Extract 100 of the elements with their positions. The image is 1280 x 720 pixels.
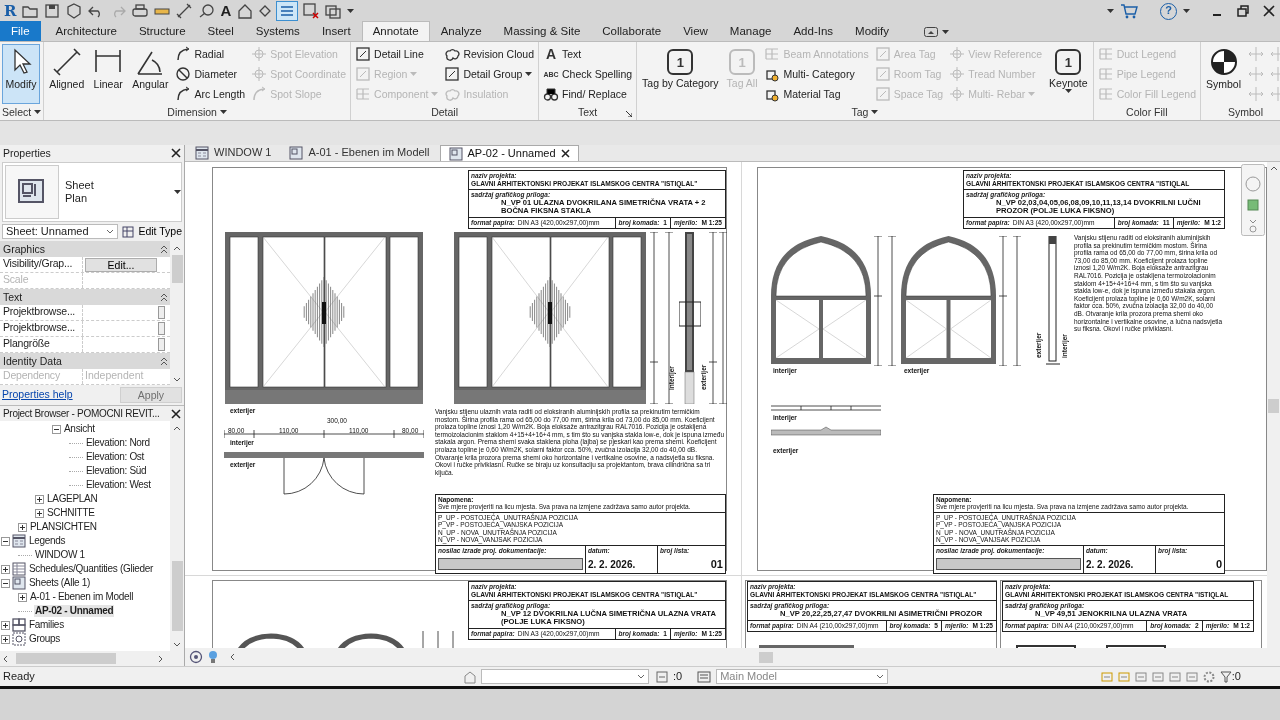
scroll-down-icon[interactable] [173,642,181,647]
expander-icon[interactable] [35,508,44,518]
windows-icon[interactable] [325,3,342,19]
save-icon[interactable] [44,3,61,19]
ribbon-tab[interactable]: File [0,21,41,41]
scroll-right-icon[interactable] [158,654,163,663]
caret-icon[interactable] [525,72,533,76]
ribbon-tab[interactable]: Analyze [429,21,493,41]
expander-icon[interactable] [52,424,61,434]
print-icon[interactable] [132,3,149,19]
tree-item[interactable]: SCHNITTE [46,507,96,519]
tree-item[interactable]: Elevation: Süd [85,465,148,477]
caret-icon[interactable] [34,110,42,114]
dimension-icon[interactable] [176,3,193,19]
tool-button[interactable]: Modify [2,44,40,104]
expander-icon[interactable] [1,620,10,630]
tool-button[interactable]: Aligned [46,44,88,104]
tree-item[interactable]: Ansicht [63,423,96,435]
group-header[interactable]: Identity Data [0,353,170,369]
tool-button[interactable]: Detail Line [353,44,441,64]
scroll-thumb[interactable] [759,651,773,663]
app-logo[interactable]: R [4,2,17,20]
tool-button[interactable]: Symbol [1203,44,1245,104]
caret-icon[interactable] [1064,89,1072,94]
expander-icon[interactable] [35,494,44,504]
group-header[interactable]: Graphics [0,241,170,257]
tree-item[interactable]: Groups [28,633,61,645]
close-icon[interactable] [171,408,181,419]
scroll-thumb[interactable] [171,561,183,631]
expander-icon[interactable] [18,522,27,532]
ribbon-tab[interactable]: Collaborate [591,21,673,41]
diamond-icon[interactable] [259,5,272,17]
caret-icon[interactable] [219,110,227,114]
scroll-left-icon[interactable] [3,654,8,663]
lightbulb-icon[interactable] [208,650,218,664]
caret-icon[interactable] [1183,9,1190,13]
caret-icon[interactable] [174,190,181,194]
tool-button[interactable]: Linear [89,44,128,104]
tree-item[interactable]: Sheets (Alle 1) [28,577,92,589]
scroll-up-icon[interactable] [173,426,181,431]
tool-button[interactable]: Detail Group [442,64,537,84]
expander-icon[interactable] [1,536,10,546]
scroll-thumb[interactable] [1268,399,1279,413]
tool-button[interactable]: Find/ Replace [541,84,635,104]
type-selector[interactable]: Sheet: Unnamed [2,224,119,239]
caret-icon[interactable] [347,9,355,13]
close-icon[interactable] [1262,4,1276,18]
ribbon-tab[interactable]: Add-Ins [782,21,845,41]
panel-toggle-icon[interactable] [923,26,938,37]
document-tab[interactable]: AP-02 - Unnamed [439,145,579,161]
house-icon[interactable] [237,3,254,19]
scroll-thumb[interactable] [171,255,183,283]
ribbon-tab[interactable]: Massing & Site [492,21,592,41]
tool-button[interactable]: Material Tag [762,84,871,104]
close-icon[interactable] [171,148,181,158]
scroll-up-icon[interactable] [173,246,181,251]
caret-icon[interactable] [871,110,879,114]
gear-icon[interactable] [1201,669,1216,684]
expander-icon[interactable] [1,634,10,644]
tree-item[interactable]: A-01 - Ebenen im Modell [29,591,135,603]
scroll-left-icon[interactable] [230,653,235,661]
design-option-dropdown[interactable]: Main Model [716,669,889,684]
properties-help-link[interactable]: Properties help [2,388,73,401]
ribbon-tab[interactable]: Annotate [361,21,430,41]
launcher-arrow-icon[interactable] [626,111,633,117]
edit-type-button[interactable]: Edit Type [122,225,182,238]
caret-icon[interactable] [941,29,949,34]
close-icon[interactable] [560,149,570,158]
scroll-thumb[interactable] [16,653,116,664]
tree-item[interactable]: Elevation: Nord [85,437,151,449]
ribbon-tab[interactable]: Modify [844,21,900,41]
tree-item[interactable]: Elevation: West [85,479,152,491]
ribbon-tab[interactable]: View [672,21,719,41]
tool-button[interactable]: Diameter [173,64,248,84]
navigation-bar-drawing[interactable] [1241,164,1265,236]
text-icon[interactable]: A [220,2,232,20]
tool-button[interactable]: 1 Keynote [1046,44,1091,104]
caret-icon[interactable] [1107,9,1114,13]
restore-icon[interactable] [1236,4,1250,18]
collapse-icon[interactable] [161,293,167,301]
tree-item[interactable]: Families [28,619,65,631]
filter-icon[interactable] [1219,670,1232,683]
group-header[interactable]: Text [0,289,170,305]
tool-button[interactable]: Angular [129,44,172,104]
ribbon-tab[interactable]: Structure [127,21,197,41]
expander-icon[interactable] [1,578,10,588]
ribbon-tab[interactable]: Steel [196,21,245,41]
tree-item[interactable]: LAGEPLAN [46,493,99,505]
tool-button[interactable]: Revision Cloud [442,44,537,64]
scrollbar[interactable] [1267,162,1280,648]
cart-icon[interactable] [1120,3,1138,19]
tool-button[interactable]: A Text [541,44,635,64]
collapse-icon[interactable] [161,357,167,365]
ribbon-tab[interactable]: Insert [310,21,362,41]
close-windows-icon[interactable] [303,3,320,19]
thin-lines-icon[interactable] [277,2,298,20]
tree-item[interactable]: Elevation: Ost [85,451,146,463]
scroll-up-icon[interactable] [1269,166,1278,171]
tool-button[interactable]: Radial [173,44,248,64]
tree-item[interactable]: Legends [28,535,67,547]
